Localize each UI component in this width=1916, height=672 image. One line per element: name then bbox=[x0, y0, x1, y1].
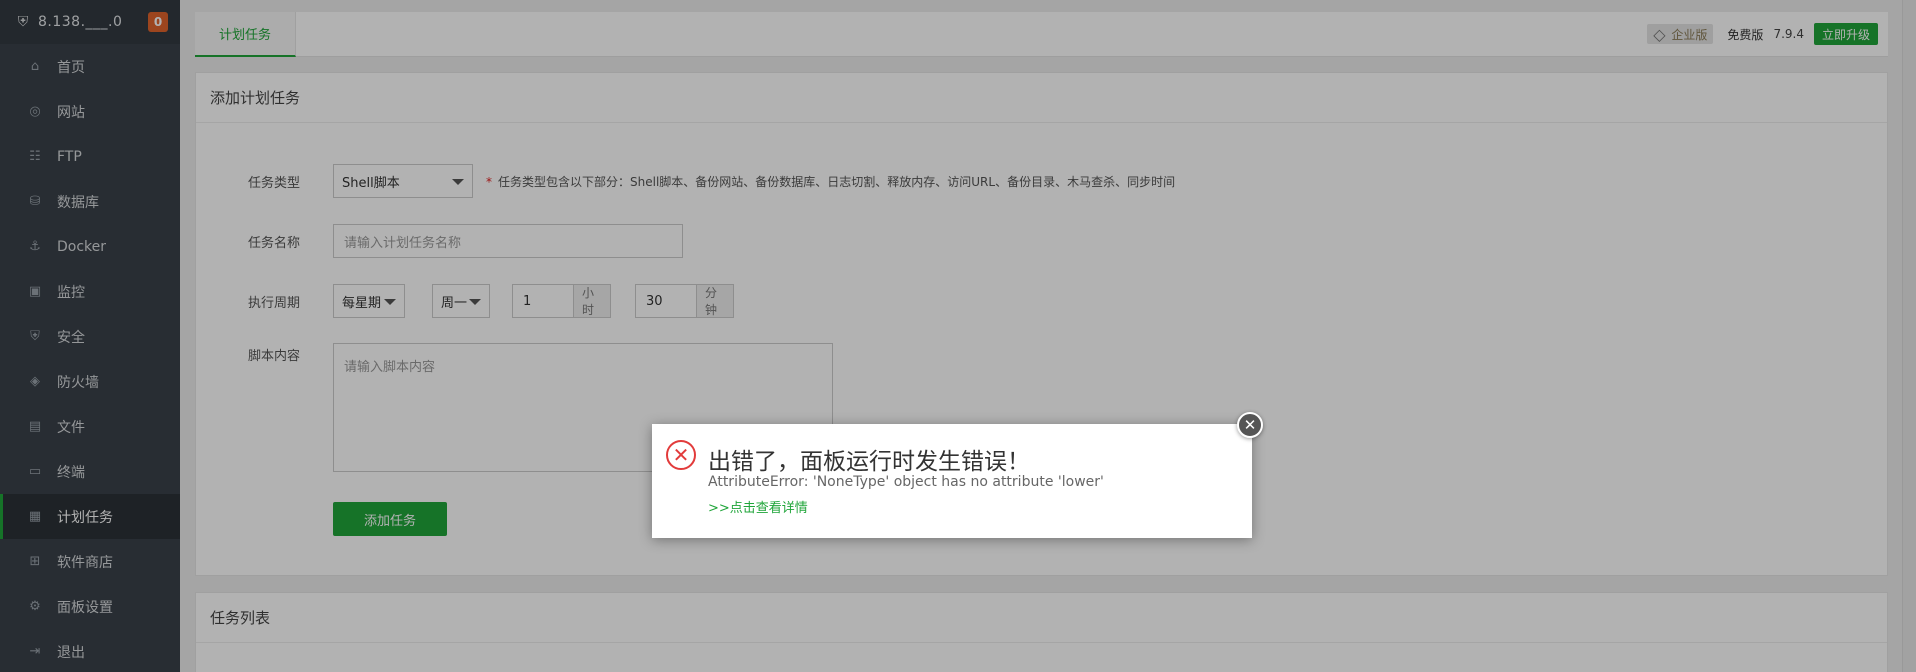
error-icon: ✕ bbox=[666, 440, 696, 470]
error-message: AttributeError: 'NoneType' object has no… bbox=[708, 474, 1104, 490]
modal-overlay[interactable] bbox=[0, 0, 1916, 672]
close-icon[interactable]: ✕ bbox=[1237, 412, 1263, 438]
error-dialog: ✕ 出错了，面板运行时发生错误！ AttributeError: 'NoneTy… bbox=[652, 424, 1252, 538]
error-details-link[interactable]: >>点击查看详情 bbox=[708, 497, 808, 516]
error-title: 出错了，面板运行时发生错误！ bbox=[708, 449, 1030, 475]
